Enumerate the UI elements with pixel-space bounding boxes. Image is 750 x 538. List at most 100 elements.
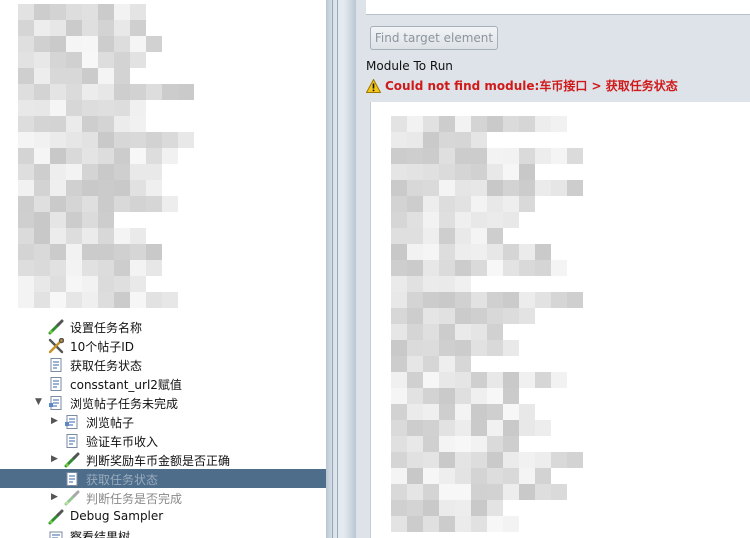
blur-cell <box>407 228 423 244</box>
blur-cell <box>551 180 567 196</box>
blur-cell <box>439 340 455 356</box>
blur-cell <box>519 452 535 468</box>
blur-cell <box>34 36 50 52</box>
blur-cell <box>34 148 50 164</box>
blur-cell <box>471 244 487 260</box>
tree-item[interactable]: 设置任务名称 <box>0 317 326 336</box>
blur-cell <box>439 356 455 372</box>
tree-item[interactable]: 验证车币收入 <box>0 431 326 450</box>
tree-item-label: 获取任务状态 <box>70 359 143 373</box>
blur-cell <box>439 372 455 388</box>
blur-cell <box>66 244 82 260</box>
tree-item[interactable]: ▶ 浏览帖子 <box>0 412 326 431</box>
blur-cell <box>162 196 178 212</box>
blur-cell <box>455 372 471 388</box>
blur-cell <box>439 228 455 244</box>
blur-cell <box>66 260 82 276</box>
blur-cell <box>487 468 503 484</box>
tree-item[interactable]: ▼ 浏览帖子任务未完成 <box>0 393 326 412</box>
blur-cell <box>34 276 50 292</box>
tree-item-label: Debug Sampler <box>70 509 164 523</box>
tree-item[interactable]: ▶ 判断奖励车币金额是否正确 <box>0 450 326 469</box>
find-target-element-button[interactable]: Find target element <box>370 26 498 50</box>
blur-cell <box>423 404 439 420</box>
blur-cell <box>519 372 535 388</box>
blur-cell <box>114 84 130 100</box>
blur-cell <box>455 148 471 164</box>
blur-cell <box>114 116 130 132</box>
module-controller-panel: Find target element Module To Run Could … <box>356 0 750 538</box>
blur-cell <box>423 436 439 452</box>
blur-cell <box>423 116 439 132</box>
blur-cell <box>503 164 519 180</box>
blur-cell <box>519 468 535 484</box>
expand-arrow-right-icon[interactable]: ▶ <box>50 417 59 426</box>
blur-cell <box>130 132 146 148</box>
blur-cell <box>471 388 487 404</box>
blur-cell <box>98 196 114 212</box>
tree-item[interactable]: 察看结果树 <box>0 526 326 538</box>
tree-item[interactable]: 获取任务状态 <box>0 355 326 374</box>
blur-cell <box>407 340 423 356</box>
blur-cell <box>114 36 130 52</box>
blur-cell <box>503 388 519 404</box>
blur-cell <box>34 52 50 68</box>
blur-cell <box>551 292 567 308</box>
tree-item[interactable]: Debug Sampler <box>0 507 326 526</box>
blur-cell <box>98 244 114 260</box>
blur-cell <box>146 132 162 148</box>
blur-cell <box>455 468 471 484</box>
blur-cell <box>407 132 423 148</box>
blur-cell <box>487 404 503 420</box>
blur-cell <box>66 228 82 244</box>
blur-cell <box>34 244 50 260</box>
blur-cell <box>50 180 66 196</box>
blur-cell <box>423 196 439 212</box>
expand-arrow-down-icon[interactable]: ▼ <box>34 398 43 407</box>
blur-cell <box>18 4 34 20</box>
blur-cell <box>439 164 455 180</box>
blur-cell <box>503 404 519 420</box>
blur-cell <box>98 84 114 100</box>
expand-arrow-right-icon[interactable]: ▶ <box>50 455 59 464</box>
blur-cell <box>50 68 66 84</box>
tree-item[interactable]: consstant_url2赋值 <box>0 374 326 393</box>
blur-cell <box>455 212 471 228</box>
expand-arrow-right-icon[interactable]: ▶ <box>50 493 59 502</box>
blur-cell <box>66 292 82 308</box>
blur-cell <box>50 244 66 260</box>
blur-cell <box>391 276 407 292</box>
sampler-page-icon <box>64 433 80 449</box>
blur-cell <box>50 164 66 180</box>
blur-cell <box>82 260 98 276</box>
tree-item[interactable]: ▶ 判断任务是否完成 <box>0 488 326 507</box>
blur-cell <box>18 292 34 308</box>
blur-cell <box>130 4 146 20</box>
blur-cell <box>471 372 487 388</box>
blur-cell <box>66 36 82 52</box>
blur-cell <box>98 228 114 244</box>
blur-cell <box>130 164 146 180</box>
blur-cell <box>114 100 130 116</box>
blur-cell <box>535 148 551 164</box>
blur-cell <box>391 484 407 500</box>
blur-cell <box>391 292 407 308</box>
divider-grip[interactable] <box>332 0 338 538</box>
tree-item[interactable]: 获取任务状态 <box>0 469 326 488</box>
blur-cell <box>391 356 407 372</box>
blur-cell <box>535 292 551 308</box>
blur-cell <box>391 420 407 436</box>
blur-cell <box>487 196 503 212</box>
warning-icon <box>366 78 381 93</box>
sampler-page-icon <box>48 376 64 392</box>
blur-cell <box>34 196 50 212</box>
split-pane-divider[interactable] <box>326 0 356 538</box>
blur-cell <box>487 212 503 228</box>
blur-cell <box>50 212 66 228</box>
blur-cell <box>34 100 50 116</box>
blur-cell <box>130 180 146 196</box>
blur-cell <box>114 52 130 68</box>
blur-cell <box>114 196 130 212</box>
tree-item[interactable]: 10个帖子ID <box>0 336 326 355</box>
blur-cell <box>82 4 98 20</box>
